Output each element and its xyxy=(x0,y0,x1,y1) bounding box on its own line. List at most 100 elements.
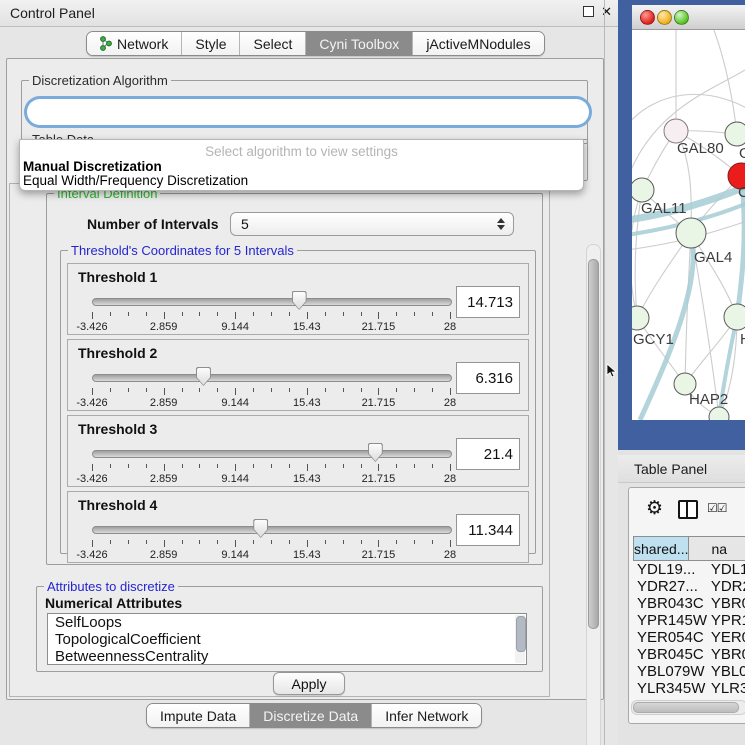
column-header-shared-name[interactable]: shared... xyxy=(633,536,689,561)
cell-name: YLR3 xyxy=(707,680,745,697)
slider-ticks xyxy=(92,540,450,548)
threshold-slider[interactable]: -3.4262.8599.14415.4321.71528 xyxy=(92,442,450,484)
attribute-list-item[interactable]: TopologicalCoefficient xyxy=(48,631,526,648)
slider-track[interactable] xyxy=(92,450,452,458)
gear-icon[interactable]: ⚙ xyxy=(646,497,663,520)
network-graph: GAL80GAGAL11CGAL4GCY1HHAP2 xyxy=(632,30,745,420)
network-canvas[interactable]: GAL80GAGAL11CGAL4GCY1HHAP2 xyxy=(632,30,745,420)
table-header-row: shared... na xyxy=(633,536,745,561)
attributes-group: Attributes to discretize Numerical Attri… xyxy=(36,586,543,672)
close-traffic-light-icon[interactable] xyxy=(640,10,655,25)
tab-label: Discretize Data xyxy=(263,708,358,724)
cell-name: YBR0 xyxy=(707,646,745,663)
cell-shared-name: YDL19... xyxy=(633,561,707,578)
threshold-value-field[interactable] xyxy=(456,286,520,318)
algorithm-combobox[interactable] xyxy=(27,99,589,125)
network-node[interactable] xyxy=(709,407,729,420)
network-node[interactable] xyxy=(724,304,745,330)
tick-label: 15.43 xyxy=(293,397,321,409)
cyni-toolbox-content: Discretization Algorithm Select algorith… xyxy=(6,58,604,700)
tick-label: 15.43 xyxy=(293,321,321,333)
table-row[interactable]: YDR27...YDR2 xyxy=(633,578,745,595)
network-edge[interactable] xyxy=(712,30,737,134)
network-titlebar[interactable] xyxy=(632,5,745,30)
table-row[interactable]: YBR045CYBR0 xyxy=(633,646,745,663)
slider-thumb[interactable] xyxy=(196,367,211,386)
attribute-list-item[interactable]: BetweennessCentrality xyxy=(48,648,526,665)
tick-label: 9.144 xyxy=(221,397,249,409)
table-row[interactable]: YIL052CYIL0 xyxy=(633,697,745,699)
table-row[interactable]: YER054CYER0 xyxy=(633,629,745,646)
numerical-attributes-label: Numerical Attributes xyxy=(45,595,182,611)
tick-label: 21.715 xyxy=(362,397,396,409)
numerical-attributes-list[interactable]: SelfLoopsTopologicalCoefficientBetweenne… xyxy=(47,613,527,665)
tab-infer-network[interactable]: Infer Network xyxy=(371,704,481,727)
network-edge[interactable] xyxy=(632,70,745,180)
table-horizontal-scrollbar[interactable] xyxy=(631,700,745,715)
number-of-intervals-label: Number of Intervals xyxy=(87,216,218,232)
table-row[interactable]: YDL19...YDL1 xyxy=(633,561,745,578)
table-panel-title: Table Panel xyxy=(634,461,707,477)
table-row[interactable]: YBR043CYBR0 xyxy=(633,595,745,612)
tick-label: 28 xyxy=(444,549,456,561)
tab-style[interactable]: Style xyxy=(181,32,239,55)
threshold-value-field[interactable] xyxy=(456,514,520,546)
threshold-panel: Threshold 4 -3.4262.8599.14415.4321.7152… xyxy=(67,491,529,563)
tick-label: 21.715 xyxy=(362,549,396,561)
list-scrollbar-thumb[interactable] xyxy=(516,616,526,652)
threshold-value-field[interactable] xyxy=(456,438,520,470)
minimize-traffic-light-icon[interactable] xyxy=(657,10,672,25)
window-edge xyxy=(604,0,605,745)
tick-label: 28 xyxy=(444,321,456,333)
table-row[interactable]: YBL079WYBL0 xyxy=(633,663,745,680)
network-node[interactable] xyxy=(632,306,649,330)
slider-thumb[interactable] xyxy=(253,519,268,538)
tab-jactivemnodules[interactable]: jActiveMNodules xyxy=(412,32,543,55)
tab-discretize-data[interactable]: Discretize Data xyxy=(249,704,371,727)
table-row[interactable]: YPR145WYPR1 xyxy=(633,612,745,629)
tick-label: 2.859 xyxy=(150,473,178,485)
threshold-slider[interactable]: -3.4262.8599.14415.4321.71528 xyxy=(92,290,450,332)
slider-track[interactable] xyxy=(92,526,452,534)
threshold-value-field[interactable] xyxy=(456,362,520,394)
main-scrollbar-thumb[interactable] xyxy=(588,259,599,629)
network-node[interactable] xyxy=(676,218,706,248)
slider-track[interactable] xyxy=(92,298,452,306)
close-icon[interactable]: ✕ xyxy=(601,5,612,18)
cell-name: YIL0 xyxy=(707,697,745,699)
threshold-slider[interactable]: -3.4262.8599.14415.4321.71528 xyxy=(92,366,450,408)
apply-button[interactable]: Apply xyxy=(273,672,345,695)
list-scrollbar[interactable] xyxy=(515,615,525,663)
column-header-name[interactable]: na xyxy=(689,536,745,561)
dropdown-option-equal-width-frequency[interactable]: Equal Width/Frequency Discretization xyxy=(20,174,583,188)
mouse-cursor xyxy=(606,363,618,379)
network-edge[interactable] xyxy=(632,94,745,125)
tab-impute-data[interactable]: Impute Data xyxy=(147,704,249,727)
main-scrollbar[interactable] xyxy=(586,244,601,745)
table-panel-titlebar: Table Panel xyxy=(618,455,745,483)
columns-icon[interactable] xyxy=(678,500,698,519)
checkboxes-icon[interactable]: ☑☑ xyxy=(707,501,727,515)
slider-thumb[interactable] xyxy=(292,291,307,310)
slider-tick-labels: -3.4262.8599.14415.4321.71528 xyxy=(92,397,450,409)
tab-network[interactable]: Network xyxy=(87,32,181,55)
number-of-intervals-combobox[interactable]: 5 xyxy=(230,212,514,236)
threshold-panel: Threshold 2 -3.4262.8599.14415.4321.7152… xyxy=(67,339,529,411)
network-node[interactable] xyxy=(725,122,745,146)
tab-label: Impute Data xyxy=(160,708,236,724)
tick-label: 28 xyxy=(444,473,456,485)
table-hscrollbar-thumb[interactable] xyxy=(633,702,739,713)
zoom-traffic-light-icon[interactable] xyxy=(674,10,689,25)
attribute-list-item[interactable]: SelfLoops xyxy=(48,614,526,631)
tab-cyni-toolbox[interactable]: Cyni Toolbox xyxy=(305,32,412,55)
cell-shared-name: YER054C xyxy=(633,629,707,646)
slider-track[interactable] xyxy=(92,374,452,382)
table-row[interactable]: YLR345WYLR3 xyxy=(633,680,745,697)
float-window-icon[interactable] xyxy=(583,6,594,17)
slider-thumb[interactable] xyxy=(368,443,383,462)
network-node[interactable] xyxy=(632,178,654,202)
network-node-label: GAL4 xyxy=(694,249,732,266)
dropdown-option-manual-discretization[interactable]: Manual Discretization xyxy=(20,160,583,174)
threshold-slider[interactable]: -3.4262.8599.14415.4321.71528 xyxy=(92,518,450,560)
tab-select[interactable]: Select xyxy=(239,32,305,55)
